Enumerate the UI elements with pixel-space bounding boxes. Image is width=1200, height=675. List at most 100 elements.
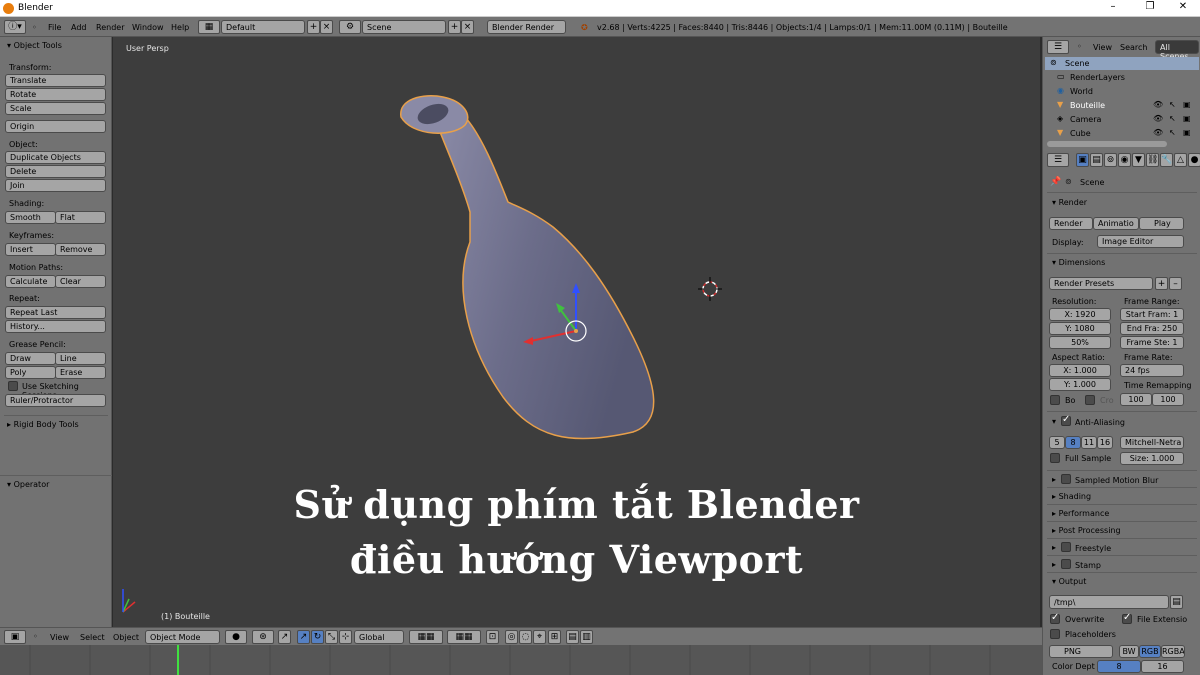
remove-button[interactable]: Remove [55, 243, 106, 256]
select-cursor-icon[interactable]: ↖ [1169, 114, 1176, 123]
properties-type-icon[interactable]: ☰ [1047, 153, 1069, 167]
outliner-scrollbar[interactable] [1047, 141, 1167, 147]
shading-mode-icon[interactable]: ● [225, 630, 247, 644]
layout-icon[interactable]: ▦ [198, 20, 220, 34]
tab-render-icon[interactable]: ▣ [1076, 153, 1089, 167]
menu-view[interactable]: View [50, 633, 69, 642]
origin-button[interactable]: Origin [5, 120, 106, 133]
rotate-button[interactable]: Rotate [5, 88, 106, 101]
color-rgb-button[interactable]: RGB [1139, 645, 1161, 658]
smooth-button[interactable]: Smooth [5, 211, 56, 224]
render-camera-icon[interactable]: ▣ [1183, 128, 1191, 137]
scale-button[interactable]: Scale [5, 102, 106, 115]
menu-file[interactable]: File [48, 23, 61, 32]
editor-type-icon[interactable]: ⓘ▾ [4, 20, 26, 34]
orientation-select[interactable]: Global [354, 630, 404, 644]
flat-button[interactable]: Flat [55, 211, 106, 224]
poly-button[interactable]: Poly [5, 366, 56, 379]
outliner-item-cube[interactable]: ▼ Cube 👁 ↖ ▣ [1045, 127, 1199, 140]
scale-manip-icon[interactable]: ⤡ [325, 630, 338, 644]
visibility-eye-icon[interactable]: 👁 [1153, 128, 1163, 137]
preset-remove-icon[interactable]: – [1169, 277, 1182, 290]
placeholders-checkbox[interactable] [1050, 629, 1060, 639]
display-select[interactable]: Image Editor [1097, 235, 1184, 248]
bottle-mesh[interactable] [400, 95, 655, 440]
outliner-item-renderlayers[interactable]: ▭ RenderLayers [1045, 71, 1199, 84]
frame-end-field[interactable]: End Fra: 250 [1120, 322, 1184, 335]
outliner-item-scene[interactable]: ⊚ Scene [1045, 57, 1199, 70]
file-browser-icon[interactable]: ▤ [1170, 595, 1183, 609]
outliner-menu-view[interactable]: View [1093, 43, 1112, 52]
layers-grid-1[interactable]: ▦▦ [409, 630, 443, 644]
outliner-item-camera[interactable]: ◈ Camera 👁 ↖ ▣ [1045, 113, 1199, 126]
play-button[interactable]: Play [1139, 217, 1184, 230]
delete-button[interactable]: Delete [5, 165, 106, 178]
freestyle-checkbox[interactable] [1061, 542, 1071, 552]
crop-checkbox[interactable] [1085, 395, 1095, 405]
render-image-button[interactable]: Render [1049, 217, 1093, 230]
select-cursor-icon[interactable]: ↖ [1169, 128, 1176, 137]
resolution-y-field[interactable]: Y: 1080 [1049, 322, 1111, 335]
minimize-button[interactable]: – [1098, 1, 1128, 12]
draw-button[interactable]: Draw [5, 352, 56, 365]
3d-cursor[interactable] [698, 277, 722, 301]
tab-object-icon[interactable]: ▼ [1132, 153, 1145, 167]
scene-field[interactable]: Scene [362, 20, 446, 34]
maximize-button[interactable]: ❐ [1135, 1, 1165, 12]
layout-close-icon[interactable]: × [320, 20, 333, 34]
color-rgba-button[interactable]: RGBA [1161, 645, 1185, 658]
pivot-icon[interactable]: ⊛ [252, 630, 274, 644]
proportional-icon[interactable]: ⊞ [548, 630, 561, 644]
tab-modifiers-icon[interactable]: 🔧 [1160, 153, 1173, 167]
outliner-type-icon[interactable]: ☰ [1047, 40, 1069, 54]
clear-button[interactable]: Clear [55, 275, 106, 288]
outliner-item-bouteille[interactable]: ▼ Bouteille 👁 ↖ ▣ [1045, 99, 1199, 112]
stamp-checkbox[interactable] [1061, 559, 1071, 569]
border-checkbox[interactable] [1050, 395, 1060, 405]
tab-scene-icon[interactable]: ⊚ [1104, 153, 1117, 167]
remap-new-field[interactable]: 100 [1152, 393, 1184, 406]
join-button[interactable]: Join [5, 179, 106, 192]
output-path-field[interactable]: /tmp\ [1049, 595, 1169, 609]
frame-rate-select[interactable]: 24 fps [1120, 364, 1184, 377]
rotate-manip-icon[interactable]: ↻ [311, 630, 324, 644]
view-type-icon[interactable]: ▣ [4, 630, 26, 644]
resolution-x-field[interactable]: X: 1920 [1049, 308, 1111, 321]
sketching-checkbox[interactable] [8, 381, 18, 391]
full-sample-checkbox[interactable] [1050, 453, 1060, 463]
aa-filter-select[interactable]: Mitchell-Netra [1120, 436, 1184, 449]
object-tools-header[interactable]: ▾ Object Tools [7, 41, 62, 50]
translate-manip-icon[interactable]: ↗ [297, 630, 310, 644]
freestyle-header[interactable]: ▸ [1052, 543, 1056, 552]
color-bw-button[interactable]: BW [1119, 645, 1139, 658]
translate-button[interactable]: Translate [5, 74, 106, 87]
repeat-last-button[interactable]: Repeat Last [5, 306, 106, 319]
render-camera-icon[interactable]: ▣ [1183, 100, 1191, 109]
frame-start-field[interactable]: Start Fram: 1 [1120, 308, 1184, 321]
aa-sample-11[interactable]: 11 [1081, 436, 1097, 449]
performance-panel-header[interactable]: ▸ Performance [1052, 509, 1109, 518]
layers-grid-2[interactable]: ▦▦ [447, 630, 481, 644]
timeline[interactable] [0, 645, 1042, 675]
scene-close-icon[interactable]: × [461, 20, 474, 34]
scene-add-icon[interactable]: + [448, 20, 461, 34]
layout-field[interactable]: Default [221, 20, 305, 34]
post-processing-header[interactable]: ▸ Post Processing [1052, 526, 1121, 535]
menu-help[interactable]: Help [171, 23, 189, 32]
preset-add-icon[interactable]: + [1155, 277, 1168, 290]
filter-size-field[interactable]: Size: 1.000 [1120, 452, 1184, 465]
color-depth-8[interactable]: 8 [1097, 660, 1141, 673]
menu-add[interactable]: Add [71, 23, 87, 32]
layout-add-icon[interactable]: + [307, 20, 320, 34]
render-engine-select[interactable]: Blender Render [487, 20, 566, 34]
lock-layer-icon[interactable]: ⊡ [486, 630, 499, 644]
aa-sample-16[interactable]: 16 [1097, 436, 1113, 449]
render-panel-header[interactable]: ▾ Render [1052, 198, 1087, 207]
file-extension-checkbox[interactable] [1122, 612, 1132, 624]
menu-render[interactable]: Render [96, 23, 124, 32]
manipulator-icon[interactable]: ↗ [278, 630, 291, 644]
aspect-x-field[interactable]: X: 1.000 [1049, 364, 1111, 377]
orientation-icon[interactable]: ⊹ [339, 630, 352, 644]
rigid-body-header[interactable]: ▸ Rigid Body Tools [7, 420, 79, 429]
history-button[interactable]: History... [5, 320, 106, 333]
